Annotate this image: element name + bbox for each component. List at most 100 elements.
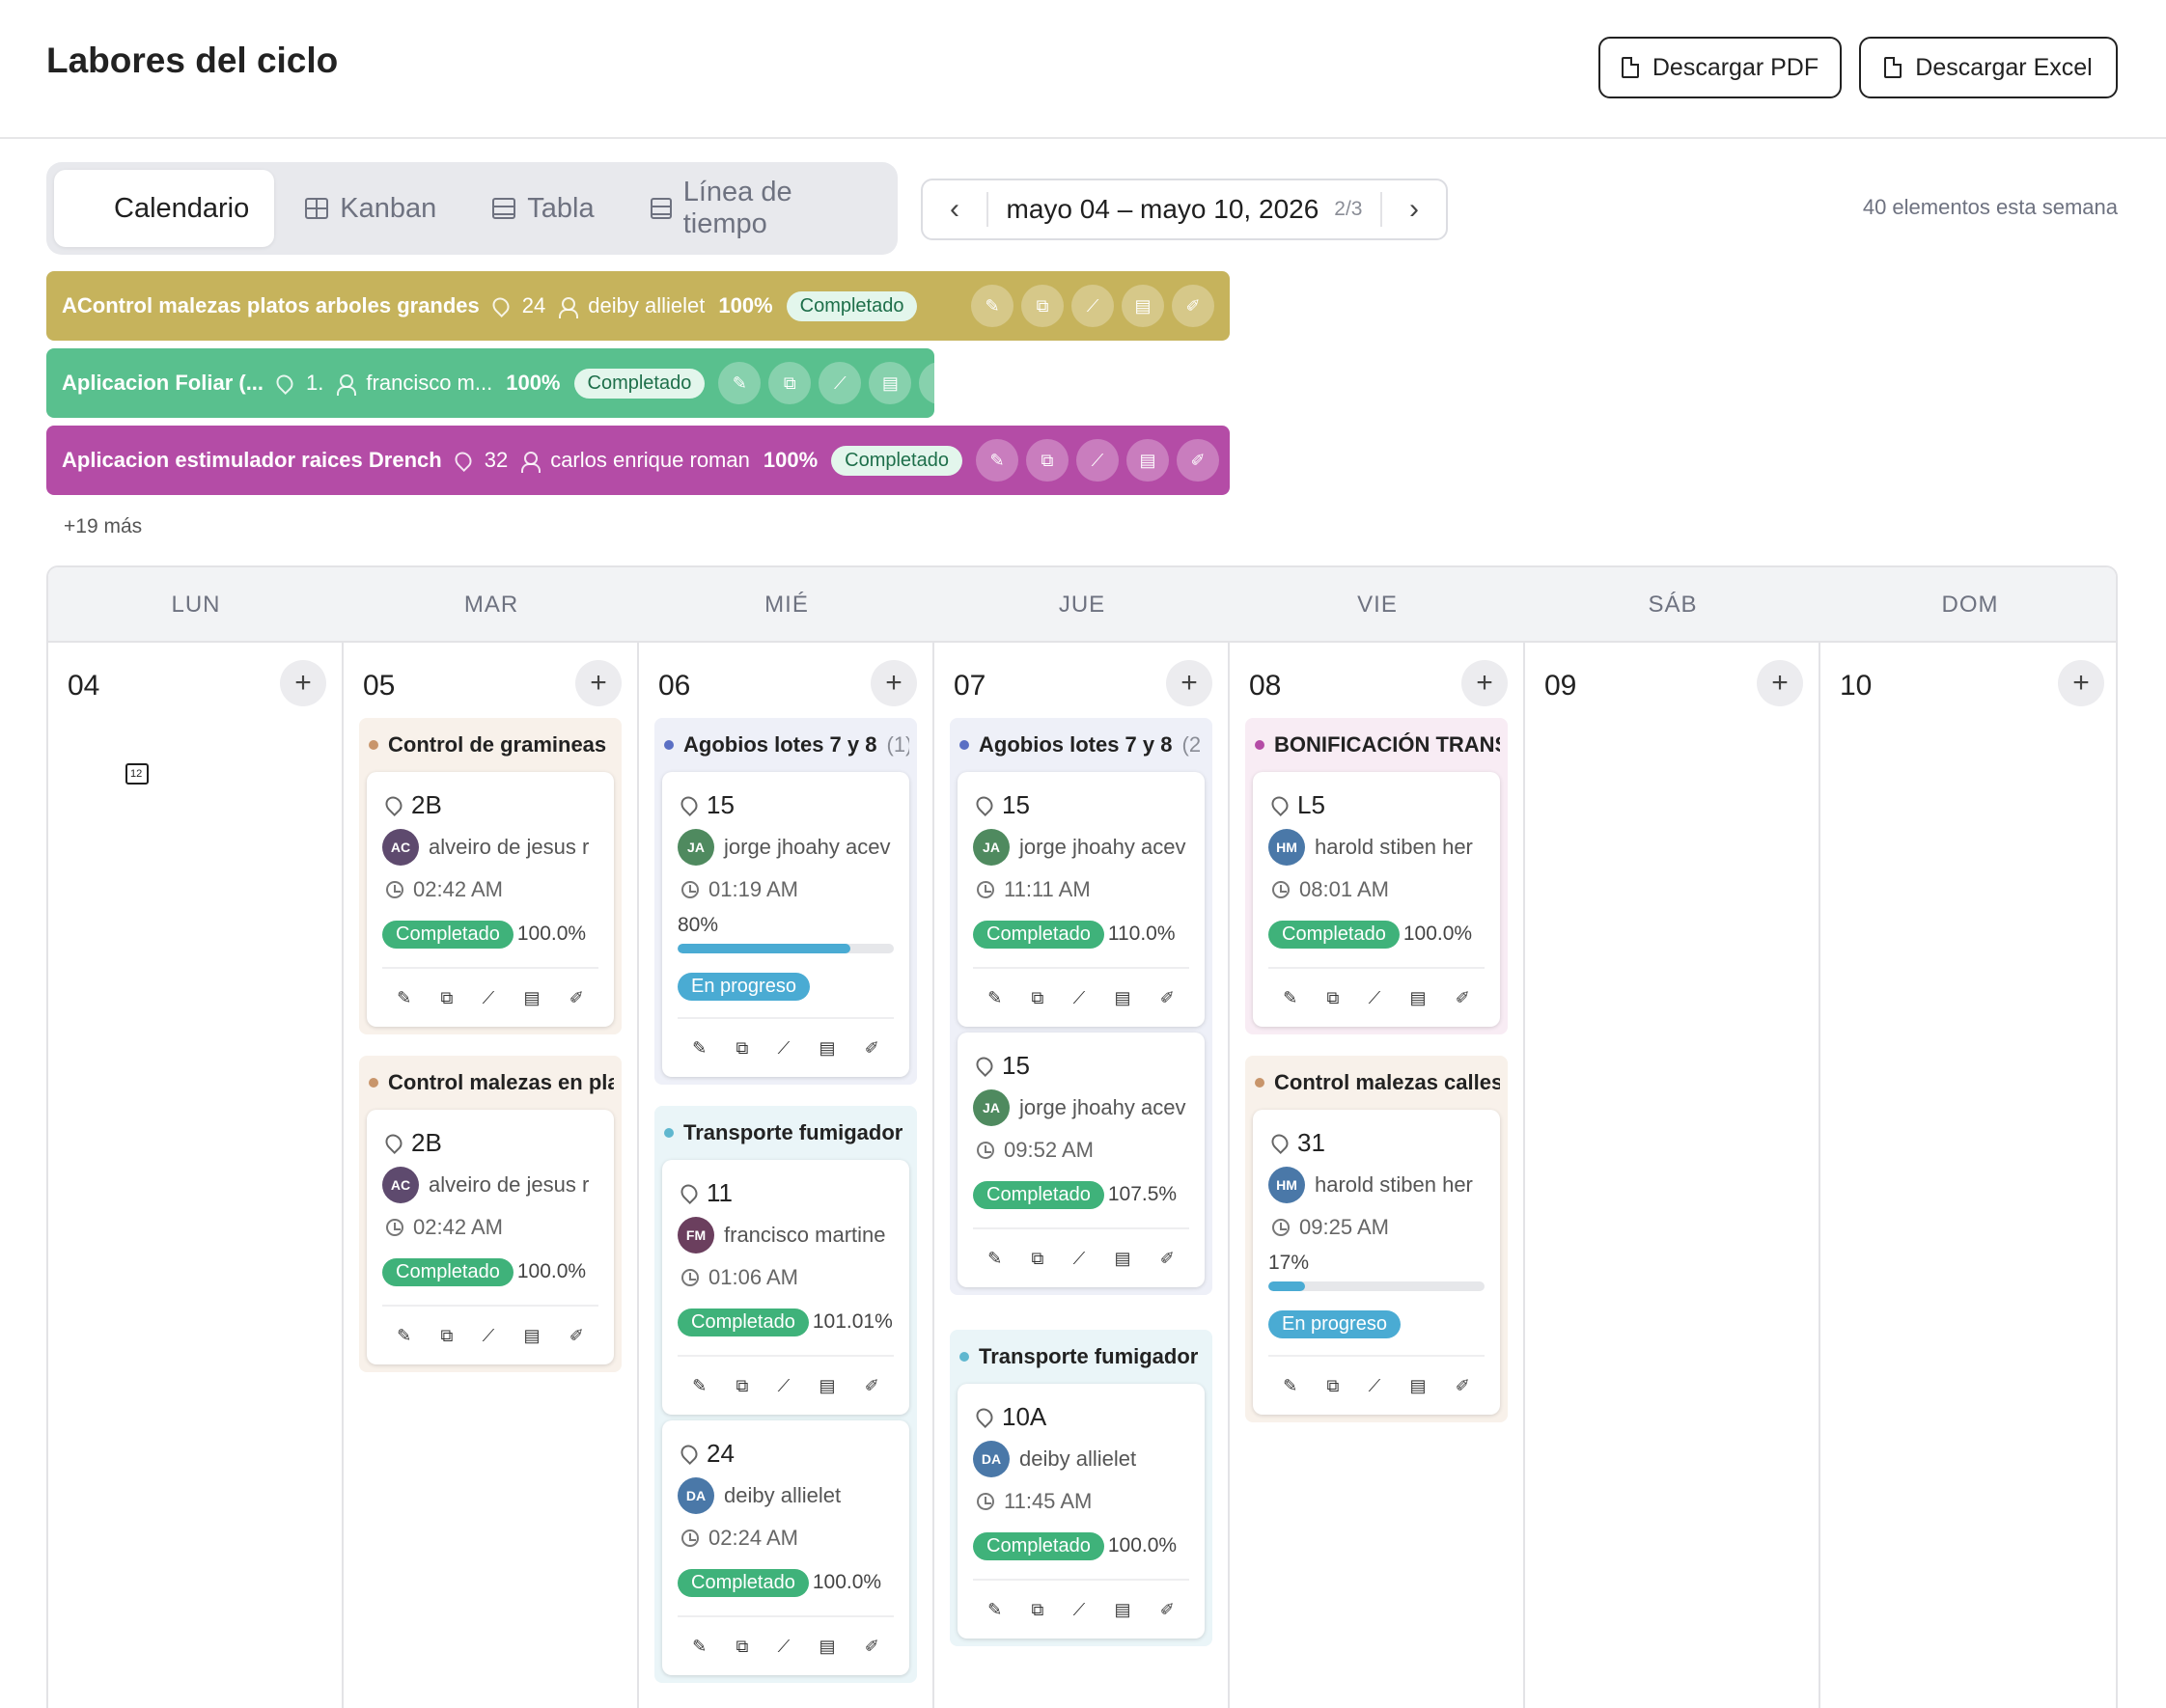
copy-icon[interactable]: ⧉: [1031, 1249, 1043, 1269]
task-card[interactable]: 15 JA jorge jhoahy acev 09:52 AM Completado 1…: [958, 1033, 1205, 1287]
edit-icon[interactable]: ✐: [919, 362, 934, 404]
task-card[interactable]: 31 HM harold stiben her 09:25 AM 17% En progr…: [1253, 1110, 1500, 1415]
edit-icon[interactable]: ✐: [865, 1376, 879, 1396]
task-card[interactable]: 15 JA jorge jhoahy acev 01:19 AM 80% En progr…: [662, 772, 909, 1077]
clipboard-icon[interactable]: ▤: [1114, 1600, 1130, 1620]
clipboard-icon[interactable]: ▤: [1114, 988, 1130, 1008]
edit-icon[interactable]: ✐: [569, 1326, 584, 1346]
edit-icon[interactable]: ✐: [1160, 1249, 1175, 1269]
clipboard-icon[interactable]: ▤: [869, 362, 912, 404]
chart-icon[interactable]: ⟋: [1073, 1600, 1086, 1620]
chart-icon[interactable]: ⟋: [1075, 439, 1119, 482]
edit-icon[interactable]: ✐: [569, 988, 584, 1008]
copy-icon[interactable]: ⧉: [1326, 1376, 1339, 1396]
pencil-icon[interactable]: ✎: [971, 285, 1014, 327]
chart-icon[interactable]: ⟋: [1369, 1376, 1381, 1396]
copy-icon[interactable]: ⧉: [1031, 988, 1043, 1008]
chart-icon[interactable]: ⟋: [819, 362, 862, 404]
copy-icon[interactable]: ⧉: [736, 1376, 748, 1396]
edit-icon[interactable]: ✐: [1176, 439, 1219, 482]
edit-icon[interactable]: ✐: [1160, 988, 1175, 1008]
edit-icon[interactable]: ✐: [1172, 285, 1214, 327]
task-card[interactable]: 10A DA deiby allielet 11:45 AM Completado 100…: [958, 1384, 1205, 1639]
task-group-title[interactable]: Transporte fumigador: [662, 1112, 909, 1154]
clipboard-icon[interactable]: ▤: [819, 1637, 835, 1657]
task-card[interactable]: 15 JA jorge jhoahy acev 11:11 AM Completado 1…: [958, 772, 1205, 1027]
task-group-title[interactable]: Agobios lotes 7 y 8 (2: [958, 724, 1205, 766]
show-more-link[interactable]: +19 más: [64, 515, 142, 538]
pencil-icon[interactable]: ✎: [987, 1249, 1002, 1269]
task-card[interactable]: 2B AC alveiro de jesus r 02:42 AM Completado…: [367, 772, 614, 1027]
pencil-icon[interactable]: ✎: [397, 1326, 411, 1346]
chart-icon[interactable]: ⟋: [778, 1376, 791, 1396]
clipboard-icon[interactable]: ▤: [1125, 439, 1169, 482]
tab-table[interactable]: Tabla: [467, 170, 619, 247]
tab-kanban[interactable]: Kanban: [280, 170, 461, 247]
download-excel-button[interactable]: Descargar Excel: [1859, 37, 2118, 98]
next-week-button[interactable]: ›: [1382, 180, 1446, 238]
pencil-icon[interactable]: ✎: [397, 988, 411, 1008]
clipboard-icon[interactable]: ▤: [1409, 1376, 1426, 1396]
previous-week-button[interactable]: ‹: [923, 180, 986, 238]
clipboard-icon[interactable]: ▤: [1409, 988, 1426, 1008]
edit-icon[interactable]: ✐: [1456, 1376, 1470, 1396]
pencil-icon[interactable]: ✎: [718, 362, 762, 404]
pencil-icon[interactable]: ✎: [692, 1637, 707, 1657]
chart-icon[interactable]: ⟋: [1369, 988, 1381, 1008]
task-group-title[interactable]: BONIFICACIÓN TRANS: [1253, 724, 1500, 766]
task-banner[interactable]: Aplicacion estimulador raices Drench 32 ca…: [46, 426, 1230, 495]
chart-icon[interactable]: ⟋: [483, 1326, 495, 1346]
task-card[interactable]: 2B AC alveiro de jesus r 02:42 AM Completado…: [367, 1110, 614, 1364]
add-task-button[interactable]: +: [575, 660, 622, 706]
copy-icon[interactable]: ⧉: [440, 988, 453, 1008]
pencil-icon[interactable]: ✎: [692, 1038, 707, 1059]
clipboard-icon[interactable]: ▤: [819, 1038, 835, 1059]
task-card[interactable]: 11 FM francisco martine 01:06 AM Completado 1…: [662, 1160, 909, 1415]
pencil-icon[interactable]: ✎: [692, 1376, 707, 1396]
copy-icon[interactable]: ⧉: [768, 362, 812, 404]
pencil-icon[interactable]: ✎: [1283, 988, 1297, 1008]
chart-icon[interactable]: ⟋: [1073, 988, 1086, 1008]
chart-icon[interactable]: ⟋: [1073, 1249, 1086, 1269]
tab-timeline[interactable]: Línea de tiempo: [625, 170, 890, 247]
edit-icon[interactable]: ✐: [1160, 1600, 1175, 1620]
pencil-icon[interactable]: ✎: [1283, 1376, 1297, 1396]
task-group-title[interactable]: Control malezas en pla: [367, 1061, 614, 1104]
chart-icon[interactable]: ⟋: [778, 1038, 791, 1059]
copy-icon[interactable]: ⧉: [736, 1038, 748, 1059]
clipboard-icon[interactable]: ▤: [523, 988, 540, 1008]
tab-calendar[interactable]: Calendario: [54, 170, 275, 785]
clipboard-icon[interactable]: ▤: [1122, 285, 1164, 327]
chart-icon[interactable]: ⟋: [483, 988, 495, 1008]
copy-icon[interactable]: ⧉: [736, 1637, 748, 1657]
task-group-title[interactable]: Control de gramineas: [367, 724, 614, 766]
edit-icon[interactable]: ✐: [1456, 988, 1470, 1008]
pencil-icon[interactable]: ✎: [987, 1600, 1002, 1620]
add-task-button[interactable]: +: [2058, 660, 2104, 706]
copy-icon[interactable]: ⧉: [1025, 439, 1069, 482]
chart-icon[interactable]: ⟋: [1071, 285, 1114, 327]
task-group-title[interactable]: Agobios lotes 7 y 8 (1): [662, 724, 909, 766]
add-task-button[interactable]: +: [1166, 660, 1212, 706]
chart-icon[interactable]: ⟋: [778, 1637, 791, 1657]
task-banner[interactable]: Aplicacion Foliar (... 1. francisco m... 10…: [46, 348, 934, 418]
clipboard-icon[interactable]: ▤: [1114, 1249, 1130, 1269]
copy-icon[interactable]: ⧉: [440, 1326, 453, 1346]
pencil-icon[interactable]: ✎: [987, 988, 1002, 1008]
task-card[interactable]: 24 DA deiby allielet 02:24 AM Completado 100.…: [662, 1420, 909, 1675]
clipboard-icon[interactable]: ▤: [523, 1326, 540, 1346]
add-task-button[interactable]: +: [1461, 660, 1508, 706]
add-task-button[interactable]: +: [1757, 660, 1803, 706]
edit-icon[interactable]: ✐: [865, 1038, 879, 1059]
pencil-icon[interactable]: ✎: [975, 439, 1018, 482]
add-task-button[interactable]: +: [871, 660, 917, 706]
copy-icon[interactable]: ⧉: [1031, 1600, 1043, 1620]
add-task-button[interactable]: +: [280, 660, 326, 706]
clipboard-icon[interactable]: ▤: [819, 1376, 835, 1396]
task-group-title[interactable]: Control malezas calles: [1253, 1061, 1500, 1104]
copy-icon[interactable]: ⧉: [1326, 988, 1339, 1008]
task-banner[interactable]: AControl malezas platos arboles grandes 2…: [46, 271, 1230, 341]
task-card[interactable]: L5 HM harold stiben her 08:01 AM Completado 1…: [1253, 772, 1500, 1027]
download-pdf-button[interactable]: Descargar PDF: [1598, 37, 1842, 98]
task-group-title[interactable]: Transporte fumigador: [958, 1336, 1205, 1378]
